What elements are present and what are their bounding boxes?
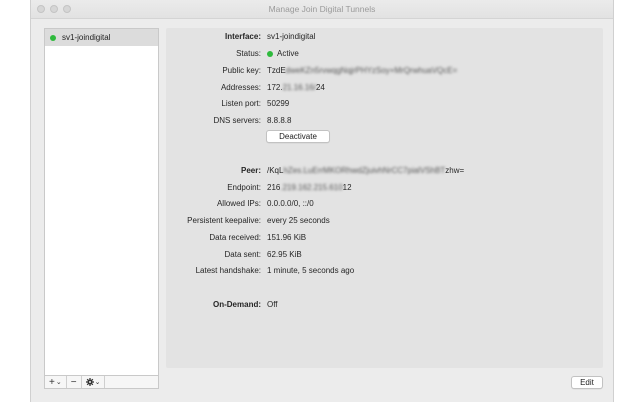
peer-key-end: zhw= <box>445 166 465 175</box>
endpoint-blurred: .219.162.215.610 <box>280 183 343 192</box>
keepalive-value: every 25 seconds <box>267 216 330 225</box>
data-received-label: Data received: <box>209 233 261 242</box>
title-bar: Manage Join Digital Tunnels <box>31 0 613 19</box>
endpoint-end: 12 <box>342 183 352 192</box>
listen-port-row: Listen port: 50299 <box>166 99 603 111</box>
status-dot-icon <box>267 50 273 57</box>
chevron-down-icon: ⌄ <box>94 379 101 386</box>
edit-button[interactable]: Edit <box>571 376 603 389</box>
endpoint-label: Endpoint: <box>227 183 261 192</box>
endpoint-start: 216 <box>267 183 281 192</box>
tunnel-actions-button[interactable]: ⌄ <box>82 376 106 388</box>
keepalive-row: Persistent keepalive: every 25 seconds <box>166 216 603 228</box>
interface-row: Interface: sv1-joindigital <box>166 32 603 44</box>
tunnel-list-toolbar: + ⌄ − ⌄ <box>44 376 159 389</box>
data-received-row: Data received: 151.96 KiB <box>166 233 603 245</box>
addresses-value: 172.21.16.16/24 <box>267 83 325 92</box>
addresses-label: Addresses: <box>220 83 261 92</box>
tunnel-detail-panel: Interface: sv1-joindigital Status: Activ… <box>166 28 603 368</box>
listen-port-label: Listen port: <box>221 99 261 108</box>
listen-port-value: 50299 <box>267 99 290 108</box>
addresses-end: 24 <box>315 83 325 92</box>
dns-value: 8.8.8.8 <box>267 116 292 125</box>
deactivate-button[interactable]: Deactivate <box>266 130 330 143</box>
on-demand-value: Off <box>267 300 278 309</box>
public-key-start: TzdE <box>267 66 286 75</box>
data-sent-label: Data sent: <box>224 250 261 259</box>
allowed-ips-row: Allowed IPs: 0.0.0.0/0, ::/0 <box>166 199 603 211</box>
public-key-blurred: dweKZn5rvwqgNqjrPHYzSoy+MrQrwhuaVQcE= <box>285 66 458 75</box>
allowed-ips-label: Allowed IPs: <box>216 199 261 208</box>
public-key-row: Public key: TzdEdweKZn5rvwqgNqjrPHYzSoy+… <box>166 66 603 78</box>
latest-handshake-row: Latest handshake: 1 minute, 5 seconds ag… <box>166 266 603 278</box>
peer-key-start: /KqL <box>267 166 284 175</box>
addresses-row: Addresses: 172.21.16.16/24 <box>166 83 603 95</box>
tunnel-list[interactable]: sv1-joindigital <box>44 28 159 376</box>
window-title: Manage Join Digital Tunnels <box>268 4 376 14</box>
interface-name-value: sv1-joindigital <box>267 32 316 41</box>
dns-label: DNS servers: <box>213 116 261 125</box>
minus-icon: − <box>70 376 77 388</box>
public-key-value: TzdEdweKZn5rvwqgNqjrPHYzSoy+MrQrwhuaVQcE… <box>267 66 457 75</box>
status-value: Active <box>267 49 299 58</box>
status-label: Status: <box>236 49 261 58</box>
gear-icon <box>85 378 94 386</box>
peer-key-blurred: hZes.LuErrMKORhwdZjuivhNrCC7pialVShBT <box>283 166 446 175</box>
peer-label: Peer: <box>240 166 261 175</box>
data-received-value: 151.96 KiB <box>267 233 307 242</box>
tunnel-list-item[interactable]: sv1-joindigital <box>45 29 158 46</box>
tunnel-name: sv1-joindigital <box>62 33 111 42</box>
add-tunnel-button[interactable]: + ⌄ <box>45 376 67 388</box>
status-text: Active <box>277 49 299 58</box>
addresses-blurred: 21.16.16/ <box>282 83 316 92</box>
interface-label: Interface: <box>224 32 261 41</box>
on-demand-label: On-Demand: <box>213 300 261 309</box>
allowed-ips-value: 0.0.0.0/0, ::/0 <box>267 199 314 208</box>
endpoint-row: Endpoint: 216.219.162.215.61012 <box>166 183 603 195</box>
latest-handshake-label: Latest handshake: <box>195 266 261 275</box>
addresses-start: 172. <box>267 83 283 92</box>
endpoint-value: 216.219.162.215.61012 <box>267 183 352 192</box>
public-key-label: Public key: <box>222 66 261 75</box>
data-sent-row: Data sent: 62.95 KiB <box>166 250 603 262</box>
latest-handshake-value: 1 minute, 5 seconds ago <box>267 266 355 275</box>
chevron-down-icon: ⌄ <box>55 379 62 386</box>
peer-key-value: /KqLhZes.LuErrMKORhwdZjuivhNrCC7pialVShB… <box>267 166 464 175</box>
peer-row: Peer: /KqLhZes.LuErrMKORhwdZjuivhNrCC7pi… <box>166 166 603 178</box>
data-sent-value: 62.95 KiB <box>267 250 302 259</box>
dns-row: DNS servers: 8.8.8.8 <box>166 116 603 128</box>
remove-tunnel-button[interactable]: − <box>67 376 82 388</box>
on-demand-row: On-Demand: Off <box>166 300 603 312</box>
plus-icon: + <box>49 376 55 388</box>
status-row: Status: Active <box>166 49 603 61</box>
app-window: Manage Join Digital Tunnels sv1-joindigi… <box>30 0 614 402</box>
keepalive-label: Persistent keepalive: <box>187 216 261 225</box>
tunnel-status-dot-icon <box>50 34 56 41</box>
